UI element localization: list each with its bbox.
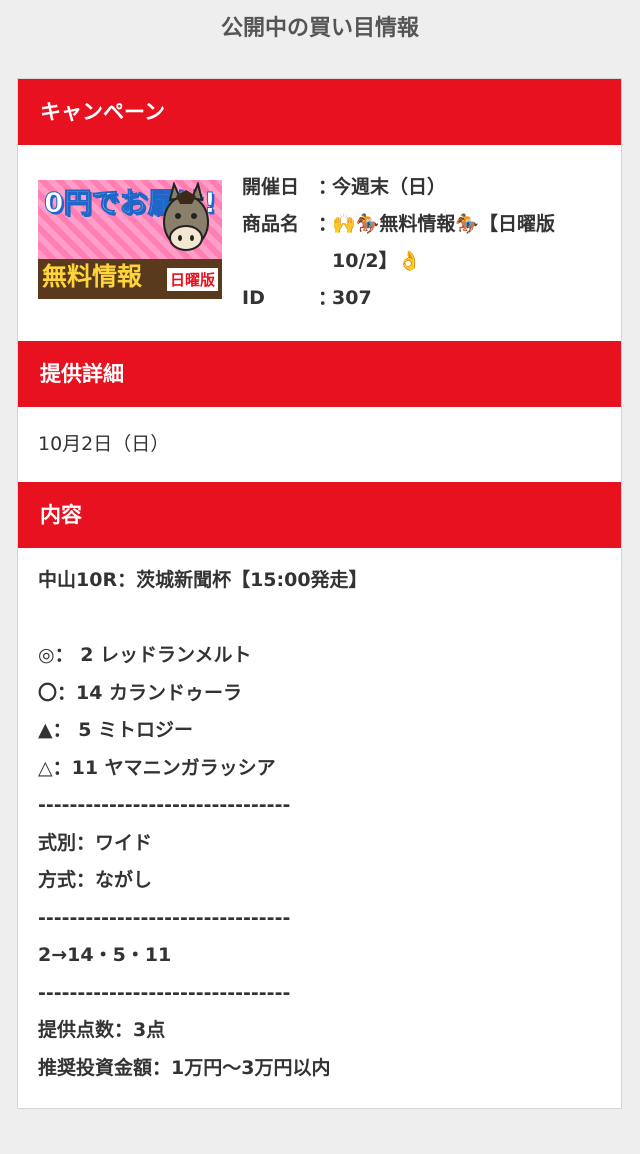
bet-type: 式別：ワイド xyxy=(38,831,153,854)
pick-taikou: 〇：14 カランドゥーラ xyxy=(38,681,243,704)
info-colon: ： xyxy=(318,213,338,235)
pick-renka: △：11 ヤマニンガラッシア xyxy=(38,756,276,779)
info-label: 商品名 xyxy=(242,213,300,235)
provide-header: 提供詳細 xyxy=(18,341,621,407)
campaign-body: 0円でお届け! 無料情報 日曜版 開催日 ： 今週末（日） 商品名 ： 🙌🏇無料… xyxy=(18,145,621,341)
horse-mascot-icon xyxy=(163,182,209,251)
info-row-date: 開催日 ： 今週末（日） xyxy=(242,169,604,206)
page-title: 公開中の買い目情報 xyxy=(220,16,419,41)
info-row-product: 商品名 ： 🙌🏇無料情報🏇【日曜版10/2】👌 xyxy=(242,206,604,280)
banner-main-text: 無料情報 xyxy=(42,262,143,291)
bet-points: 提供点数：3点 xyxy=(38,1019,166,1041)
info-colon: ： xyxy=(318,287,338,309)
divider: -------------------------------- xyxy=(38,794,291,816)
campaign-info: 開催日 ： 今週末（日） 商品名 ： 🙌🏇無料情報🏇【日曜版10/2】👌 ID … xyxy=(242,169,604,317)
bet-method: 方式：ながし xyxy=(38,869,153,891)
race-title: 中山10R：茨城新聞杯【15:00発走】 xyxy=(38,569,368,591)
campaign-banner-image[interactable]: 0円でお届け! 無料情報 日曜版 xyxy=(38,180,222,299)
provide-date: 10月2日（日） xyxy=(38,433,170,455)
content-body: 中山10R：茨城新聞杯【15:00発走】 ◎： 2 レッドランメルト 〇：14 … xyxy=(18,548,621,1087)
content-header: 内容 xyxy=(18,482,621,548)
campaign-header: キャンペーン xyxy=(18,79,621,145)
divider: -------------------------------- xyxy=(38,981,291,1004)
info-value: 307 xyxy=(332,287,372,309)
info-colon: ： xyxy=(318,176,338,198)
bet-combination: 2→14・5・11 xyxy=(38,944,172,966)
info-label: 開催日 xyxy=(242,176,300,198)
divider: -------------------------------- xyxy=(38,906,291,929)
pick-honmei: ◎： 2 レッドランメルト xyxy=(38,644,252,666)
info-label: ID xyxy=(242,287,265,309)
info-value: 🙌🏇無料情報🏇【日曜版10/2】👌 xyxy=(332,213,555,272)
recommended-amount: 推奨投資金額：1万円〜3万円以内 xyxy=(38,1056,331,1079)
info-value: 今週末（日） xyxy=(332,176,447,198)
info-row-id: ID ： 307 xyxy=(242,280,604,317)
banner-sub-text: 日曜版 xyxy=(166,268,218,291)
pick-tanana: ▲： 5 ミトロジー xyxy=(38,719,194,741)
banner-bottom-strip: 無料情報 日曜版 xyxy=(38,259,222,299)
info-card: キャンペーン 0円でお届け! 無料情報 日曜版 開催日 ： 今週末（日） 商品名… xyxy=(17,78,622,1109)
